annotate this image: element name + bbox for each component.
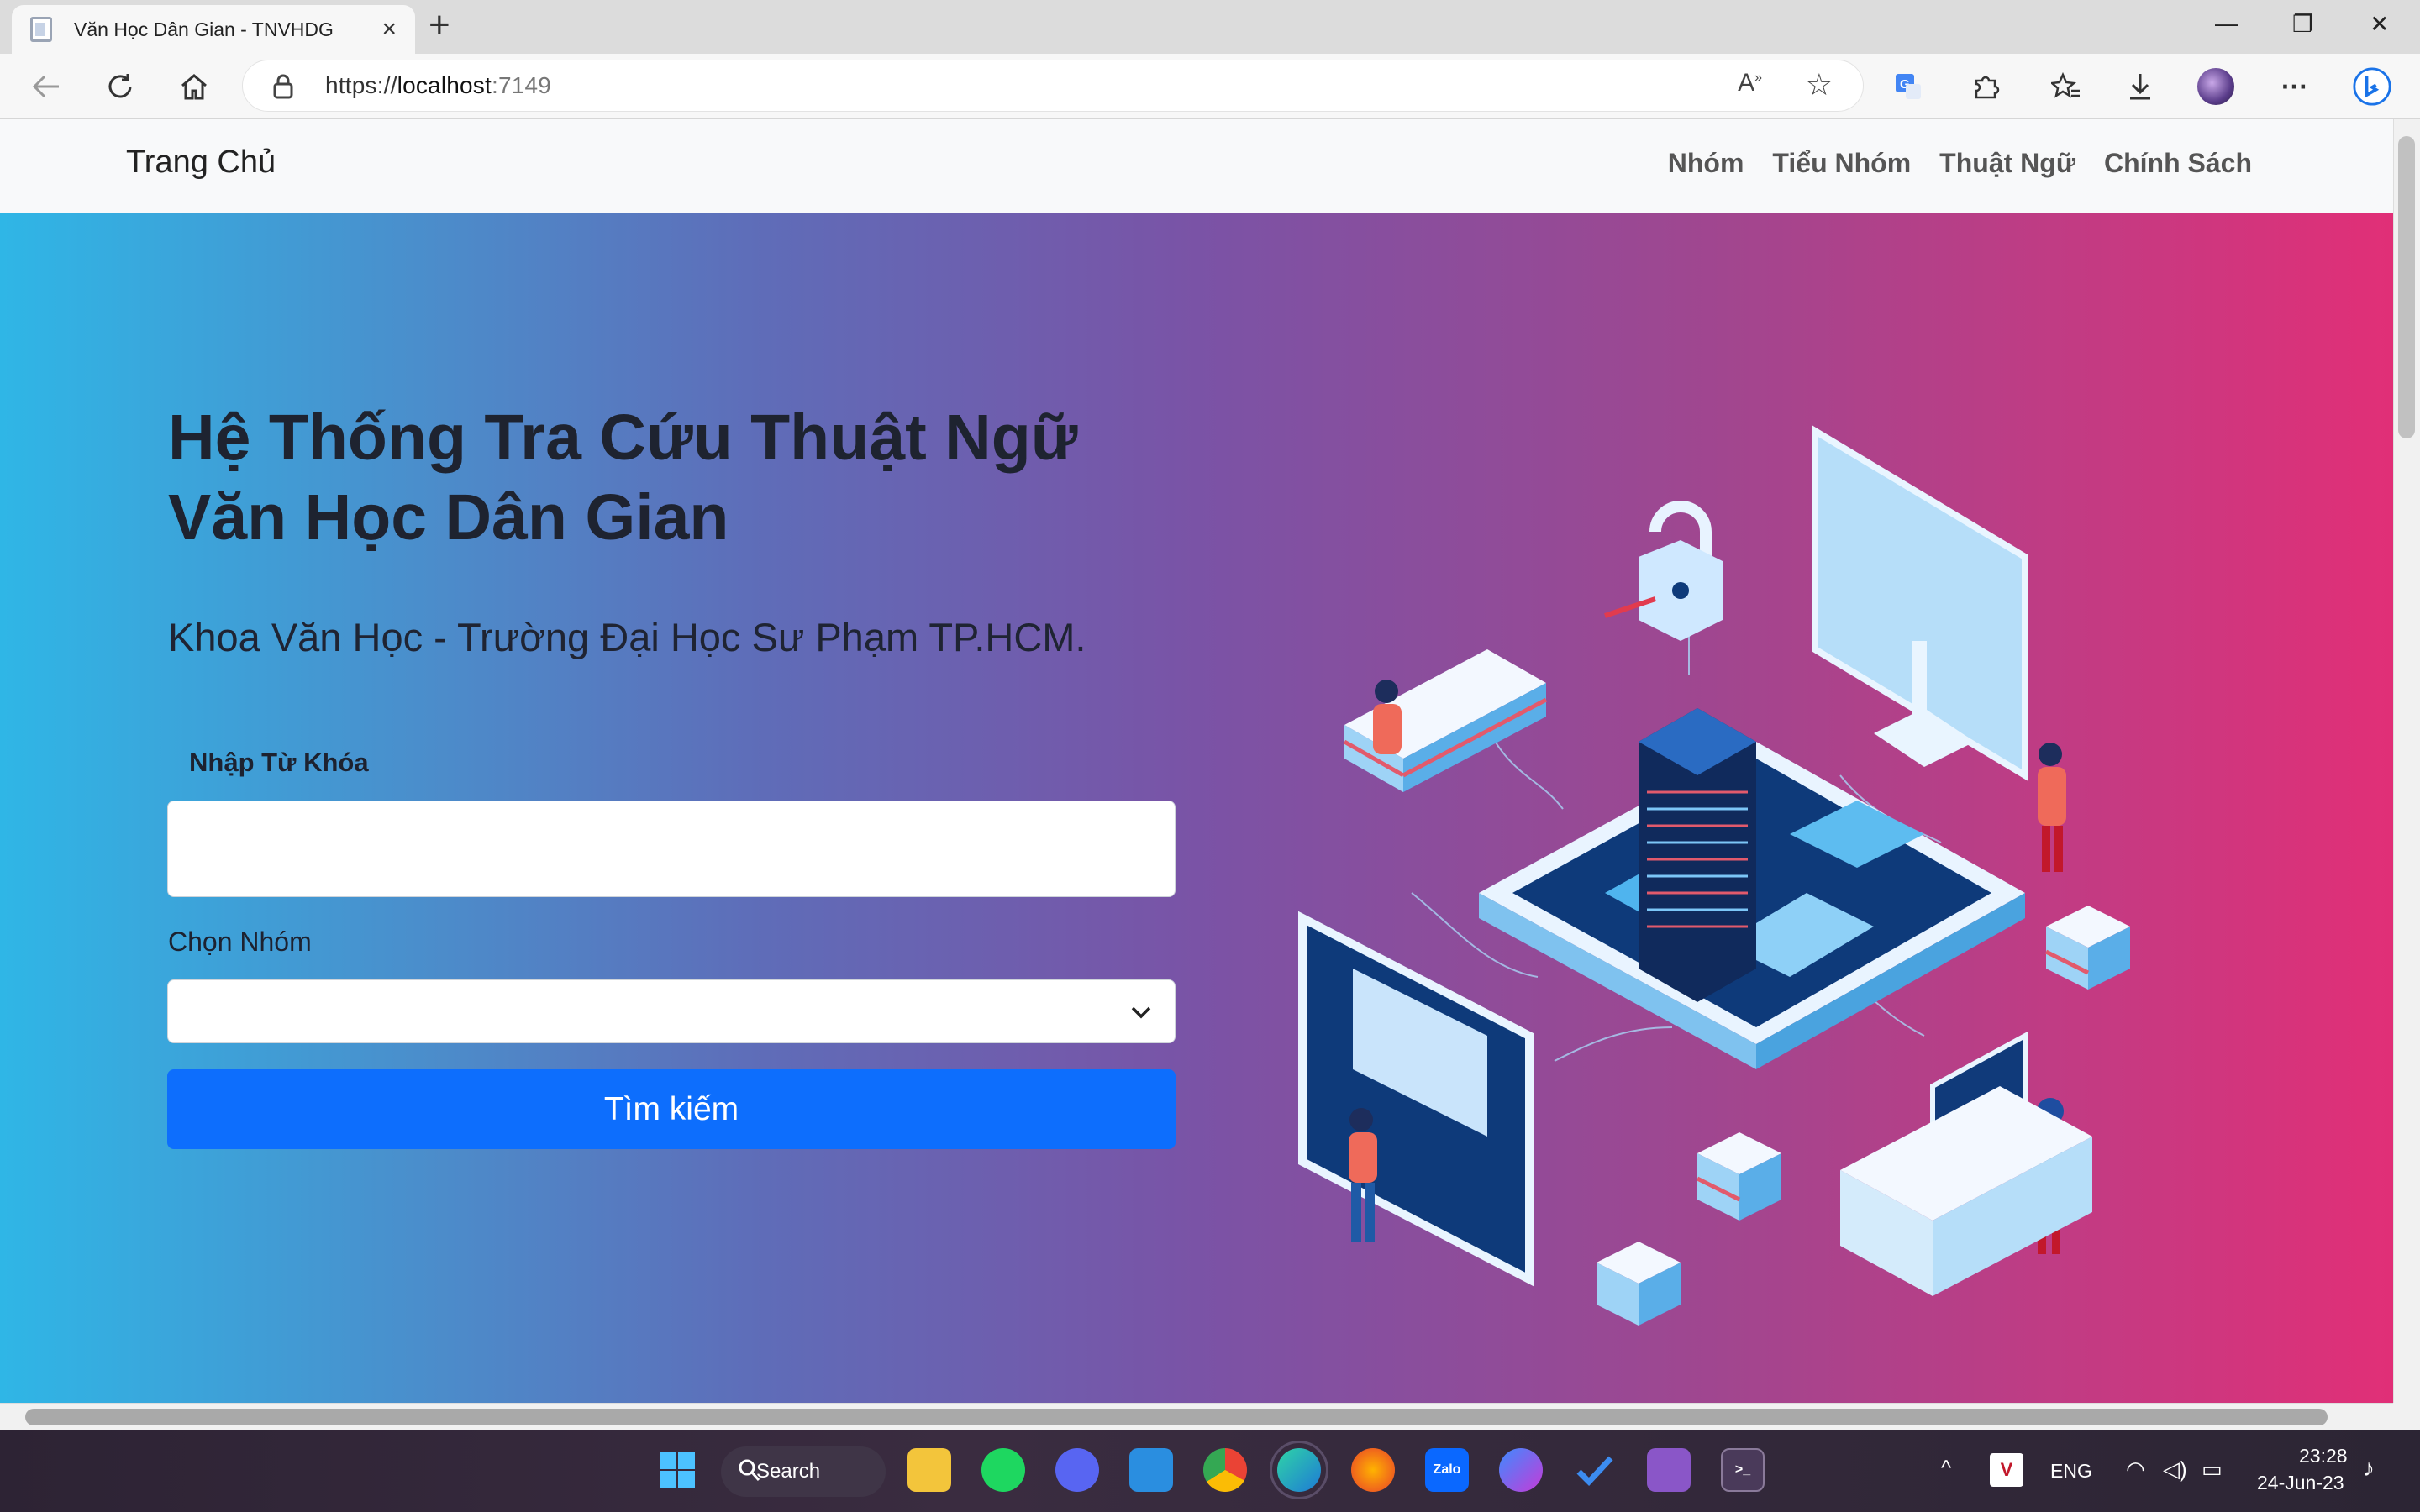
refresh-icon[interactable]	[101, 67, 139, 106]
vertical-scrollbar[interactable]	[2393, 119, 2420, 1403]
discord-icon[interactable]	[1055, 1448, 1099, 1492]
hero-section: Hệ Thống Tra Cứu Thuật Ngữ Văn Học Dân G…	[0, 213, 2393, 1403]
data-block-3	[2044, 906, 2130, 990]
firefox-icon[interactable]	[1351, 1448, 1395, 1492]
person-receptionist	[1373, 680, 1402, 754]
back-icon[interactable]	[27, 67, 66, 106]
extensions-icon[interactable]	[1966, 67, 2005, 106]
taskbar-search-label: Search	[756, 1460, 821, 1483]
data-block-1	[1696, 1132, 1781, 1221]
edge-icon[interactable]	[1270, 1441, 1328, 1499]
tray-overflow-icon[interactable]: ^	[1941, 1455, 1951, 1481]
nav-brand[interactable]: Trang Chủ	[126, 144, 276, 181]
windows-taskbar: Search Zalo >_ ^ V ENG ◠ ◁) ▭ 23:28 24-J…	[0, 1430, 2420, 1512]
padlock-icon	[1604, 501, 1723, 641]
nav-link-nhom[interactable]: Nhóm	[1668, 148, 1744, 179]
nav-link-chinh-sach[interactable]: Chính Sách	[2104, 148, 2252, 179]
lock-icon[interactable]	[273, 74, 293, 103]
notification-bell-icon[interactable]: ♪	[2363, 1455, 2375, 1482]
chrome-icon[interactable]	[1203, 1448, 1247, 1492]
title-line-2: Văn Học Dân Gian	[168, 481, 729, 554]
language-indicator[interactable]: ENG	[2050, 1460, 2092, 1483]
todo-icon[interactable]	[1573, 1448, 1617, 1492]
taskbar-search[interactable]: Search	[721, 1446, 886, 1497]
page-viewport: Trang Chủ Nhóm Tiểu Nhóm Thuật Ngữ Chính…	[0, 119, 2393, 1403]
page-favicon-icon	[30, 17, 52, 42]
url-text[interactable]: https://localhost:7149	[325, 72, 551, 99]
translate-icon[interactable]: G	[1889, 67, 1928, 106]
search-icon	[738, 1458, 761, 1489]
nav-links: Nhóm Tiểu Nhóm Thuật Ngữ Chính Sách	[1668, 148, 2252, 179]
minimize-icon[interactable]: —	[2215, 10, 2238, 37]
scroll-corner	[2393, 1403, 2420, 1430]
terminal-icon[interactable]: >_	[1721, 1448, 1765, 1492]
address-bar[interactable]: https://localhost:7149 A» ☆	[242, 60, 1864, 112]
search-button[interactable]: Tìm kiếm	[167, 1069, 1176, 1149]
wifi-icon[interactable]: ◠	[2126, 1457, 2145, 1483]
windows-start-icon[interactable]	[655, 1448, 699, 1492]
tab-title: Văn Học Dân Gian - TNVHDG	[74, 18, 334, 40]
favorites-icon[interactable]	[2047, 67, 2086, 106]
downloads-icon[interactable]	[2121, 67, 2160, 106]
nav-link-tieu-nhom[interactable]: Tiểu Nhóm	[1772, 148, 1911, 179]
close-tab-icon[interactable]: ×	[381, 17, 397, 42]
nav-link-thuat-ngu[interactable]: Thuật Ngữ	[1939, 148, 2075, 179]
volume-icon[interactable]: ◁)	[2163, 1457, 2187, 1483]
page-title: Hệ Thống Tra Cứu Thuật Ngữ Văn Học Dân G…	[168, 398, 1176, 558]
close-window-icon[interactable]: ✕	[2370, 10, 2389, 38]
battery-icon[interactable]: ▭	[2202, 1457, 2223, 1483]
browser-toolbar: https://localhost:7149 A» ☆ G ···	[0, 54, 2420, 119]
spotify-icon[interactable]	[981, 1448, 1025, 1492]
read-aloud-icon[interactable]: A»	[1738, 69, 1762, 97]
smart-city-illustration	[1298, 424, 2130, 1326]
clock-time[interactable]: 23:28	[2299, 1445, 2348, 1467]
url-scheme: https://	[325, 72, 397, 98]
group-label: Chọn Nhóm	[168, 927, 312, 957]
vivaldi-tray-icon[interactable]: V	[1990, 1453, 2023, 1487]
new-tab-icon[interactable]: +	[429, 7, 450, 44]
person-monitor	[2038, 743, 2066, 872]
bing-copilot-icon[interactable]	[2353, 67, 2391, 106]
profile-avatar[interactable]	[2196, 67, 2235, 106]
horizontal-scroll-thumb[interactable]	[25, 1409, 2328, 1425]
page-subtitle: Khoa Văn Học - Trường Đại Học Sư Phạm TP…	[168, 615, 1086, 659]
home-icon[interactable]	[175, 67, 213, 106]
browser-tab-bar: Văn Học Dân Gian - TNVHDG × + — ❐ ✕	[0, 0, 2420, 54]
more-options-icon[interactable]: ···	[2275, 67, 2314, 106]
clock-date[interactable]: 24-Jun-23	[2257, 1472, 2344, 1494]
url-port: :7149	[491, 72, 552, 98]
vertical-scroll-thumb[interactable]	[2398, 136, 2415, 438]
horizontal-scrollbar[interactable]	[0, 1403, 2393, 1430]
vscode-icon[interactable]	[1129, 1448, 1173, 1492]
site-navbar: Trang Chủ Nhóm Tiểu Nhóm Thuật Ngữ Chính…	[0, 119, 2393, 213]
keyword-label: Nhập Từ Khóa	[189, 748, 369, 777]
group-select[interactable]	[167, 979, 1176, 1043]
url-host: localhost	[397, 72, 492, 98]
favorite-star-icon[interactable]: ☆	[1806, 67, 1833, 102]
zalo-icon[interactable]: Zalo	[1425, 1448, 1469, 1492]
restore-icon[interactable]: ❐	[2292, 10, 2313, 38]
file-explorer-icon[interactable]	[908, 1448, 951, 1492]
title-line-1: Hệ Thống Tra Cứu Thuật Ngữ	[168, 402, 1078, 474]
keyword-input[interactable]	[167, 801, 1176, 897]
chevron-down-icon	[1129, 999, 1153, 1028]
visual-studio-icon[interactable]	[1647, 1448, 1691, 1492]
messenger-icon[interactable]	[1499, 1448, 1543, 1492]
data-block-2	[1597, 1242, 1681, 1326]
browser-tab[interactable]: Văn Học Dân Gian - TNVHDG ×	[12, 5, 415, 54]
